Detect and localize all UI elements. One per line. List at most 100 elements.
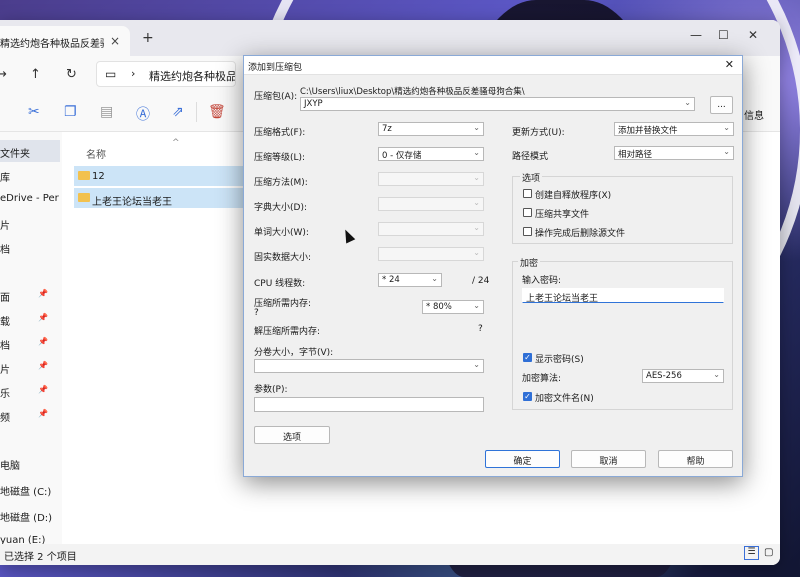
status-bar: 已选择 2 个项目 ☰ ▢ [0,544,780,565]
sidebar-item-documents[interactable]: 档 [0,236,60,258]
tiles-view-icon[interactable]: ▢ [764,547,773,558]
chevron-down-icon: ⌄ [473,301,480,310]
browse-button[interactable]: ... [710,96,733,114]
password-input[interactable]: 上老王论坛当老王 [522,288,724,304]
path-field[interactable]: ▭ › 精选约炮各种极品反差 [96,61,236,87]
sidebar-item-videos[interactable]: 频 📌 [0,404,60,426]
show-password-label: 显示密码(S) [535,355,584,365]
file-name: 上老王论坛当老王 [92,197,172,208]
sidebar-item-downloads[interactable]: 载 📌 [0,308,60,330]
column-header-name[interactable]: 名称 [86,146,106,161]
delete-after-checkbox[interactable] [523,227,532,236]
help-button[interactable]: 帮助 [658,450,733,468]
compress-memory-value: ? [254,308,259,318]
encryption-method-combo[interactable]: AES-256 ⌄ [642,369,724,383]
sidebar-item-folder[interactable]: 文件夹 [0,140,60,162]
chevron-down-icon: ⌄ [473,173,480,182]
tab-bar: 精选约炮各种极品反差骚母狗合 × + — ☐ ✕ [0,20,780,56]
chevron-down-icon: ⌄ [473,248,480,257]
sidebar-item-library[interactable]: 库 [0,164,60,186]
dialog-title: 添加到压缩包 [248,63,303,73]
chevron-down-icon: ⌄ [473,123,480,132]
solid-size-combo[interactable]: ⌄ [378,247,484,261]
volume-combo[interactable]: ⌄ [254,359,484,373]
path-mode-combo[interactable]: 相对路径 ⌄ [614,146,734,160]
details-view-icon[interactable]: ☰ [744,546,759,560]
pin-icon: 📌 [38,361,48,370]
method-combo[interactable]: ⌄ [378,172,484,186]
sidebar-item-onedrive[interactable]: eDrive - Per [0,188,60,210]
solid-size-label: 固实数据大小: [254,253,312,263]
minimize-icon[interactable]: — [690,28,702,42]
chevron-down-icon: ⌄ [723,123,730,132]
chevron-down-icon: ⌄ [713,370,720,379]
threads-max: / 24 [472,276,490,286]
navigation-pane: 文件夹 库 eDrive - Per 片 档 面 📌 载 📌 档 📌 片 📌 乐 📌 频 📌… [0,132,62,552]
file-row[interactable]: 12 [74,166,244,186]
sidebar-item-drive-d[interactable]: 地磁盘 (D:) [0,504,60,526]
encrypt-names-checkbox[interactable]: ✓ [523,392,532,401]
dialog-close-icon[interactable]: ✕ [725,58,734,71]
path-text: 精选约炮各种极品反差 [149,70,236,83]
details-button[interactable]: 信息 [744,107,764,122]
threads-combo[interactable]: * 24 ⌄ [378,273,442,287]
show-password-checkbox[interactable]: ✓ [523,353,532,362]
dialog-titlebar: 添加到压缩包 ✕ [244,56,742,75]
new-tab-button[interactable]: + [142,30,154,46]
sidebar-item-music[interactable]: 乐 📌 [0,380,60,402]
share-icon[interactable]: ⇗ [172,104,184,120]
word-size-label: 单词大小(W): [254,228,309,238]
sidebar-item-desktop[interactable]: 面 📌 [0,284,60,306]
encryption-group-title: 加密 [518,256,541,269]
sidebar-item-this-pc[interactable]: 电脑 [0,452,60,474]
sfx-label: 创建自释放程序(X) [535,191,612,201]
sidebar-item-pics-pinned[interactable]: 片 📌 [0,356,60,378]
tab-close-icon[interactable]: × [110,34,120,48]
delete-icon[interactable]: 🗑 [208,104,226,120]
dict-size-label: 字典大小(D): [254,203,307,213]
add-to-archive-dialog: 添加到压缩包 ✕ 压缩包(A): C:\Users\liux\Desktop\精… [243,55,743,477]
dict-size-combo[interactable]: ⌄ [378,197,484,211]
level-combo[interactable]: 0 - 仅存储 ⌄ [378,147,484,161]
explorer-tab[interactable]: 精选约炮各种极品反差骚母狗合 × [0,26,130,56]
sidebar-item-docs-pinned[interactable]: 档 📌 [0,332,60,354]
close-window-icon[interactable]: ✕ [748,28,758,42]
sidebar-item-drive-c[interactable]: 地磁盘 (C:) [0,478,60,500]
shared-checkbox[interactable] [523,208,532,217]
ok-button[interactable]: 确定 [485,450,560,468]
options-button[interactable]: 选项 [254,426,330,444]
chevron-down-icon: ⌄ [473,198,480,207]
pin-icon: 📌 [38,289,48,298]
computer-icon: ▭ [105,67,117,81]
update-mode-combo[interactable]: 添加并替换文件 ⌄ [614,122,734,136]
sidebar-item-pictures[interactable]: 片 [0,212,60,234]
archive-dir: C:\Users\liux\Desktop\精选约炮各种极品反差骚母狗合集\ [300,87,525,97]
file-row[interactable]: 上老王论坛当老王 [74,188,244,208]
decompress-memory-value: ? [478,324,483,334]
rename-icon[interactable]: Ⓐ [136,104,150,124]
cut-icon[interactable]: ✂ [28,104,40,120]
up-arrow-icon[interactable]: ↑ [30,67,41,82]
refresh-icon[interactable]: ↻ [66,67,77,82]
encryption-method-label: 加密算法: [522,374,562,384]
chevron-down-icon: ⌄ [473,148,480,157]
threads-label: CPU 线程数: [254,279,306,289]
file-name: 12 [92,171,105,182]
chevron-down-icon: ⌄ [431,274,438,283]
params-input[interactable] [254,397,484,412]
sfx-checkbox[interactable] [523,189,532,198]
forward-arrow-icon[interactable]: → [0,67,7,82]
shared-label: 压缩共享文件 [535,210,590,220]
word-size-combo[interactable]: ⌄ [378,222,484,236]
format-combo[interactable]: 7z ⌄ [378,122,484,136]
paste-icon[interactable]: ▤ [100,104,113,120]
cancel-button[interactable]: 取消 [571,450,646,468]
memory-percent-combo[interactable]: * 80% ⌄ [422,300,484,314]
pin-icon: 📌 [38,337,48,346]
archive-name-combo[interactable]: JXYP ⌄ [300,97,695,111]
options-group-title: 选项 [520,171,543,184]
update-mode-label: 更新方式(U): [512,128,565,138]
copy-icon[interactable]: ❐ [64,104,77,120]
folder-icon [78,171,90,180]
maximize-icon[interactable]: ☐ [718,28,729,42]
